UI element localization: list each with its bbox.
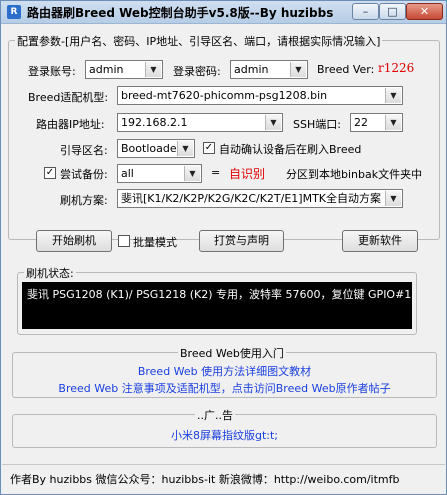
model-label: Breed适配机型: xyxy=(28,91,109,104)
chevron-down-icon[interactable]: ▼ xyxy=(385,88,401,103)
config-legend: 配置参数-[用户名、密码、IP地址、引导区名、端口，请根据实际情况输入] xyxy=(15,33,383,49)
ssh-value: 22 xyxy=(354,116,368,129)
username-label: 登录账号: xyxy=(28,65,76,78)
username-select[interactable]: admin ▼ xyxy=(85,60,163,79)
guide-link-tutorial[interactable]: Breed Web 使用方法详细图文教材 xyxy=(13,363,436,379)
chevron-down-icon[interactable]: ▼ xyxy=(145,62,161,77)
status-bar: 作者By huzibbs 微信公众号：huzibbs-it 新浪微博：http:… xyxy=(2,464,445,493)
auto-confirm-label: 自动确认设备后在刷入Breed xyxy=(219,143,362,156)
status-bar-text: 作者By huzibbs 微信公众号：huzibbs-it 新浪微博：http:… xyxy=(10,473,400,486)
boot-label: 引导区名: xyxy=(60,144,108,157)
window-title: 路由器刷Breed Web控制台助手v5.8版--By huzibbs xyxy=(27,6,334,20)
status-group: 刷机状态: 斐讯 PSG1208 (K1)/ PSG1218 (K2) 专用，波… xyxy=(17,265,417,335)
batch-mode-label: 批量模式 xyxy=(133,236,177,249)
chevron-down-icon[interactable]: ▼ xyxy=(265,115,281,130)
status-console-text: 斐讯 PSG1208 (K1)/ PSG1218 (K2) 专用，波特率 576… xyxy=(27,288,412,301)
password-select[interactable]: admin ▼ xyxy=(230,60,308,79)
ad-link[interactable]: 小米8屏幕指纹版gt:t; xyxy=(13,427,436,443)
username-value: admin xyxy=(89,63,124,76)
app-icon: R xyxy=(7,5,21,19)
scheme-label: 刷机方案: xyxy=(60,194,108,207)
partition-note: 分区到本地binbak文件夹中 xyxy=(286,168,423,181)
boot-value: Bootloader xyxy=(121,142,182,155)
model-select[interactable]: breed-mt7620-phicomm-psg1208.bin ▼ xyxy=(117,86,403,105)
chevron-down-icon[interactable]: ▼ xyxy=(184,166,200,181)
guide-link-author-post[interactable]: Breed Web 注意事项及适配机型，点击访问Breed Web原作者帖子 xyxy=(13,380,436,396)
equals-sign: = xyxy=(211,166,221,179)
model-value: breed-mt7620-phicomm-psg1208.bin xyxy=(121,89,328,102)
start-flash-button[interactable]: 开始刷机 xyxy=(36,230,112,252)
backup-select[interactable]: all ▼ xyxy=(117,164,202,183)
backup-checkbox[interactable]: ✓ xyxy=(44,167,56,179)
ad-legend: ..广..告 xyxy=(195,407,235,423)
config-group: 配置参数-[用户名、密码、IP地址、引导区名、端口，请根据实际情况输入] 登录账… xyxy=(8,33,440,240)
ssh-label: SSH端口: xyxy=(293,118,341,131)
auto-confirm-checkbox[interactable]: ✓ xyxy=(203,142,215,154)
status-console: 斐讯 PSG1208 (K1)/ PSG1218 (K2) 专用，波特率 576… xyxy=(22,282,412,329)
status-legend: 刷机状态: xyxy=(24,265,76,281)
app-window: R 路由器刷Breed Web控制台助手v5.8版--By huzibbs – … xyxy=(0,0,447,495)
breed-ver-label: Breed Ver: xyxy=(317,63,375,76)
password-value: admin xyxy=(234,63,269,76)
chevron-down-icon[interactable]: ▼ xyxy=(385,191,401,206)
reward-button[interactable]: 打赏与声明 xyxy=(199,230,284,252)
boot-select[interactable]: Bootloader ▼ xyxy=(117,139,195,158)
guide-group: Breed Web使用入门 Breed Web 使用方法详细图文教材 Breed… xyxy=(12,345,437,398)
password-label: 登录密码: xyxy=(173,65,221,78)
update-button[interactable]: 更新软件 xyxy=(342,230,418,252)
scheme-value: 斐讯[K1/K2/K2P/K2G/K2C/K2T/E1]MTK全自动方案 xyxy=(121,192,382,205)
breed-ver-value: r1226 xyxy=(378,61,415,75)
ad-group: ..广..告 小米8屏幕指纹版gt:t; xyxy=(12,407,437,448)
chevron-down-icon[interactable]: ▼ xyxy=(385,115,401,130)
batch-mode-checkbox[interactable] xyxy=(118,235,130,247)
ip-label: 路由器IP地址: xyxy=(36,118,105,131)
scheme-select[interactable]: 斐讯[K1/K2/K2P/K2G/K2C/K2T/E1]MTK全自动方案 ▼ xyxy=(117,189,403,208)
ssh-select[interactable]: 22 ▼ xyxy=(350,113,403,132)
chevron-down-icon[interactable]: ▼ xyxy=(177,141,193,156)
backup-label: 尝试备份: xyxy=(60,168,108,181)
backup-value: all xyxy=(121,167,134,180)
guide-legend: Breed Web使用入门 xyxy=(178,345,286,361)
maximize-button[interactable]: □ xyxy=(379,3,406,20)
title-bar[interactable]: R 路由器刷Breed Web控制台助手v5.8版--By huzibbs – … xyxy=(1,1,446,24)
client-area: 配置参数-[用户名、密码、IP地址、引导区名、端口，请根据实际情况输入] 登录账… xyxy=(2,24,445,494)
close-button[interactable]: ✕ xyxy=(406,3,443,20)
ip-select[interactable]: 192.168.2.1 ▼ xyxy=(117,113,283,132)
minimize-button[interactable]: – xyxy=(352,3,379,20)
auto-detect-label: 自识别 xyxy=(229,167,266,181)
ip-value: 192.168.2.1 xyxy=(121,116,188,129)
chevron-down-icon[interactable]: ▼ xyxy=(290,62,306,77)
